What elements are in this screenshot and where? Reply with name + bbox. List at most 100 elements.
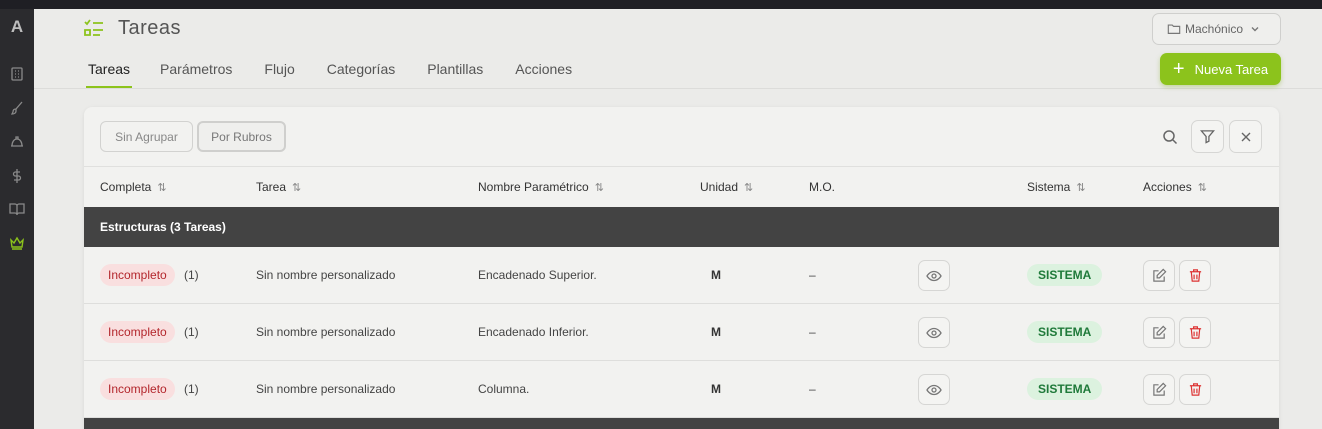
eye-icon [926,270,942,281]
column-tarea[interactable]: Tarea ⇅ [256,180,301,194]
trash-icon [1189,326,1201,339]
chevron-down-icon [1251,27,1259,32]
delete-button[interactable] [1179,374,1211,405]
delete-button[interactable] [1179,260,1211,291]
parametric-name: Encadenado Inferior. [478,325,589,339]
new-task-label: Nueva Tarea [1194,61,1269,77]
trash-icon [1189,383,1201,396]
table-row[interactable]: Incompleto (1) Sin nombre personalizado … [84,247,1279,304]
sort-icon: ⇅ [157,181,167,194]
edit-icon [1152,325,1166,339]
column-unidad[interactable]: Unidad ⇅ [700,180,753,194]
window-top-bar [0,0,1322,9]
sort-icon: ⇅ [1076,181,1086,194]
search-icon [1162,129,1177,144]
close-icon [1241,132,1250,141]
column-completa[interactable]: Completa ⇅ [100,180,167,194]
new-task-button[interactable]: + Nueva Tarea [1160,53,1281,85]
brush-icon[interactable] [6,97,28,119]
unit: M [711,268,721,282]
tab-acciones[interactable]: Acciones [515,53,572,88]
sort-icon: ⇅ [744,181,754,194]
param-count: (1) [184,325,199,339]
mo-value: – [809,325,816,339]
group-by-rubros-button[interactable]: Por Rubros [197,121,286,152]
status-badge: Incompleto [100,378,175,400]
search-button[interactable] [1153,120,1186,153]
tab-categorias[interactable]: Categorías [327,53,395,88]
sidebar: A [0,9,34,429]
table-row[interactable]: Incompleto (1) Sin nombre personalizado … [84,304,1279,361]
app-logo[interactable]: A [0,17,34,37]
mo-value: – [809,382,816,396]
sort-icon: ⇅ [292,181,302,194]
parametric-name: Columna. [478,382,530,396]
folder-icon [1167,24,1181,34]
column-label: Acciones [1143,180,1192,194]
column-mo: M.O. [809,180,835,194]
view-button[interactable] [918,260,950,291]
plus-icon: + [1172,58,1185,80]
status-badge: Incompleto [100,321,175,343]
system-badge: SISTEMA [1027,321,1103,343]
eye-icon [926,384,942,395]
system-badge: SISTEMA [1027,264,1103,286]
dollar-icon[interactable] [6,165,28,187]
param-count: (1) [184,268,199,282]
parametric-name: Encadenado Superior. [478,268,597,282]
status-badge: Incompleto [100,264,175,286]
table-header: Completa ⇅ Tarea ⇅ Nombre Paramétrico ⇅ Uni… [84,166,1279,207]
next-group-header-row[interactable] [84,418,1279,429]
trash-icon [1189,269,1201,282]
sort-icon: ⇅ [594,181,604,194]
table-row[interactable]: Incompleto (1) Sin nombre personalizado … [84,361,1279,418]
tab-plantillas[interactable]: Plantillas [427,53,483,88]
filter-icon [1200,130,1215,144]
column-sistema[interactable]: Sistema ⇅ [1027,180,1086,194]
view-button[interactable] [918,374,950,405]
group-none-button[interactable]: Sin Agrupar [100,121,193,152]
unit: M [711,382,721,396]
project-name: Machónico [1185,22,1244,36]
group-header-row[interactable]: Estructuras (3 Tareas) [84,207,1279,247]
view-button[interactable] [918,317,950,348]
column-label: M.O. [809,180,835,194]
delete-button[interactable] [1179,317,1211,348]
main-content: Tareas Tareas Parámetros Flujo Categoría… [34,9,1322,429]
sort-icon: ⇅ [1197,181,1207,194]
tab-bar: Tareas Parámetros Flujo Categorías Plant… [86,53,604,89]
edit-icon [1152,268,1166,282]
column-label: Nombre Paramétrico [478,180,589,194]
filter-button[interactable] [1191,120,1224,153]
task-name: Sin nombre personalizado [256,325,396,339]
tasks-card: Sin Agrupar Por Rubros Completa ⇅ Tarea ⇅ … [84,107,1279,429]
tab-parametros[interactable]: Parámetros [160,53,232,88]
mo-value: – [809,268,816,282]
page-header: Tareas Tareas Parámetros Flujo Categoría… [34,9,1322,89]
edit-button[interactable] [1143,317,1175,348]
tab-flujo[interactable]: Flujo [264,53,294,88]
crown-icon[interactable] [6,232,28,254]
page-title: Tareas [118,17,182,39]
column-acciones[interactable]: Acciones ⇅ [1143,180,1207,194]
column-label: Unidad [700,180,739,194]
helmet-icon[interactable] [6,131,28,153]
system-badge: SISTEMA [1027,378,1103,400]
task-name: Sin nombre personalizado [256,268,396,282]
edit-button[interactable] [1143,260,1175,291]
group-label: Estructuras (3 Tareas) [100,220,226,234]
task-list-icon [83,18,105,40]
edit-button[interactable] [1143,374,1175,405]
column-label: Sistema [1027,180,1071,194]
column-nombre-parametrico[interactable]: Nombre Paramétrico ⇅ [478,180,604,194]
unit: M [711,325,721,339]
clear-button[interactable] [1229,120,1262,153]
book-icon[interactable] [6,198,28,220]
building-icon[interactable] [6,63,28,85]
project-selector[interactable]: Machónico [1152,13,1281,45]
task-name: Sin nombre personalizado [256,382,396,396]
tab-tareas[interactable]: Tareas [86,53,133,88]
column-label: Tarea [256,180,287,194]
param-count: (1) [184,382,199,396]
column-label: Completa [100,180,152,194]
